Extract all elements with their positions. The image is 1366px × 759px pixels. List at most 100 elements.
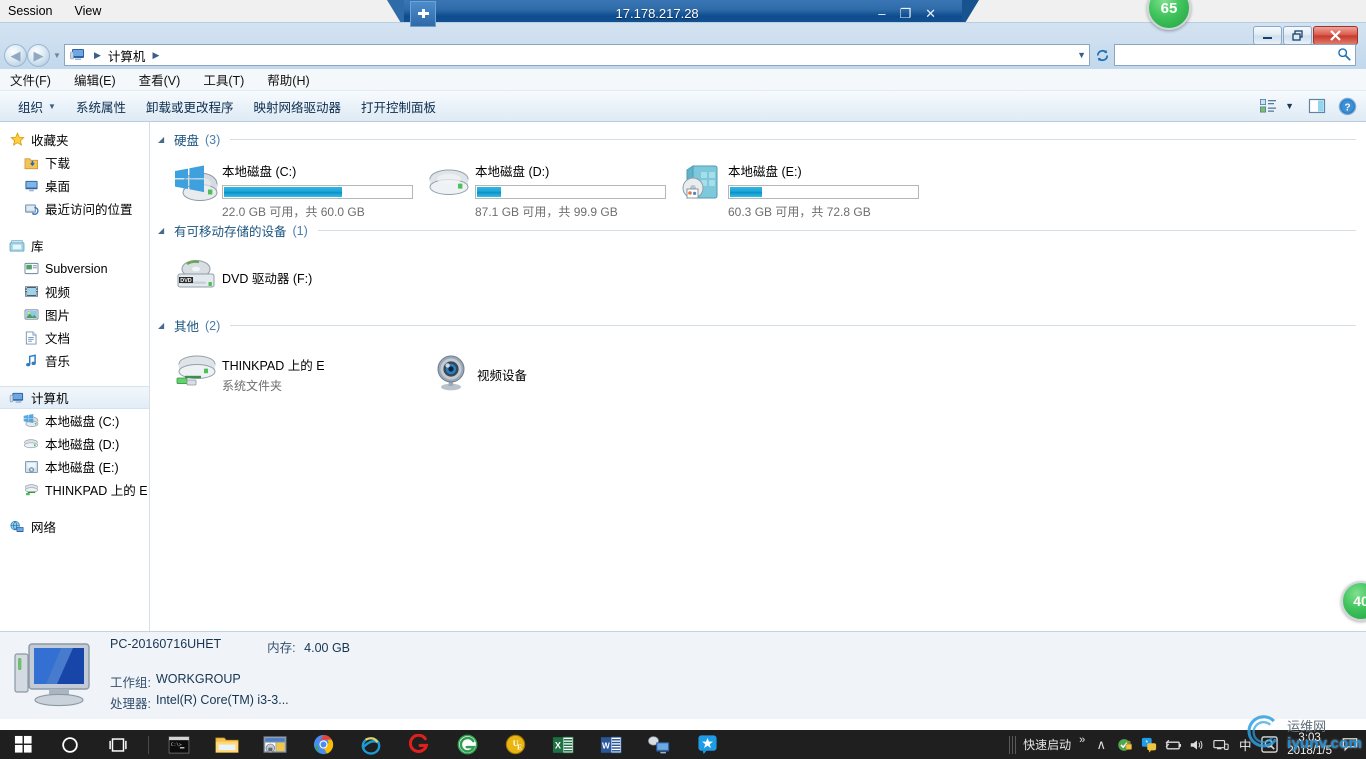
overflow-icon[interactable]: »	[1075, 734, 1089, 746]
nav-music[interactable]: 音乐	[0, 349, 149, 372]
dvd-drive-f[interactable]: DVD DVD 驱动器 (F:)	[170, 250, 425, 300]
recent-places-icon	[22, 201, 40, 217]
menu-help[interactable]: 帮助(H)	[265, 70, 320, 89]
ultraedit-icon[interactable]: U E	[491, 730, 539, 759]
nav-recent-places[interactable]: 最近访问的位置	[0, 197, 149, 220]
excel-icon[interactable]: X	[539, 730, 587, 759]
remote-desktop-icon[interactable]	[251, 730, 299, 759]
network-computer-icon[interactable]	[635, 730, 683, 759]
search-icon	[1337, 47, 1351, 64]
star-app-icon[interactable]	[683, 730, 731, 759]
nav-pictures[interactable]: 图片	[0, 303, 149, 326]
other-tiles: THINKPAD 上的 E 系统文件夹 视频设备	[150, 337, 1366, 397]
menu-edit[interactable]: 编辑(E)	[72, 70, 127, 89]
address-dropdown-icon[interactable]: ▼	[1077, 50, 1086, 60]
cortana-search-icon[interactable]	[46, 730, 94, 759]
capacity-bar	[222, 185, 413, 199]
group-header-hard-disks[interactable]: ◢ 硬盘 (3)	[150, 122, 1366, 151]
taskbar-clock[interactable]: 3:03 2018/1/5	[1281, 732, 1338, 758]
chevron-down-icon[interactable]: ▼	[1285, 101, 1300, 111]
search-tray-icon[interactable]	[1257, 730, 1281, 759]
capacity-bar-fill	[730, 187, 762, 197]
windows-start-icon[interactable]	[0, 730, 46, 759]
battery-icon[interactable]	[1161, 730, 1185, 759]
task-view-icon[interactable]	[94, 730, 142, 759]
command-prompt-icon[interactable]: C:\>	[155, 730, 203, 759]
cmd-uninstall-change-program[interactable]: 卸载或更改程序	[136, 97, 244, 116]
group-header-other[interactable]: ◢ 其他 (2)	[150, 300, 1366, 337]
breadcrumb-separator-1[interactable]: ▶	[89, 50, 106, 61]
security-shield-icon[interactable]	[1113, 730, 1137, 759]
ime-chinese-icon[interactable]: 中	[1233, 730, 1257, 759]
view-menu[interactable]: View	[64, 4, 113, 18]
volume-icon[interactable]	[1185, 730, 1209, 759]
nav-subversion[interactable]: Subversion	[0, 257, 149, 280]
menu-file[interactable]: 文件(F)	[8, 70, 62, 89]
collapse-triangle-icon[interactable]: ◢	[158, 135, 168, 144]
cmd-open-control-panel[interactable]: 打开控制面板	[351, 97, 446, 116]
drive-label: 本地磁盘 (D:)	[475, 165, 550, 179]
breadcrumb-computer[interactable]: 计算机	[106, 46, 148, 65]
video-device[interactable]: 视频设备	[425, 347, 680, 397]
action-center-icon[interactable]	[1338, 730, 1362, 759]
forward-button[interactable]: ▶	[27, 43, 50, 67]
drive-c[interactable]: 本地磁盘 (C:) 22.0 GB 可用，共 60.0 GB	[170, 157, 423, 219]
nav-videos[interactable]: 视频	[0, 280, 149, 303]
chrome-icon[interactable]	[299, 730, 347, 759]
nav-favorites[interactable]: 收藏夹	[0, 128, 149, 151]
preview-pane-icon[interactable]	[1304, 95, 1330, 117]
dvd-drive-body: DVD 驱动器 (F:)	[222, 266, 425, 287]
menu-view[interactable]: 查看(V)	[137, 70, 192, 89]
search-input[interactable]	[1114, 44, 1356, 66]
address-bar[interactable]: ▶ 计算机 ▶ ▼	[64, 44, 1090, 66]
quick-launch-label[interactable]: 快速启动	[1019, 736, 1075, 753]
internet-explorer-icon[interactable]	[347, 730, 395, 759]
group-title: 硬盘	[174, 134, 200, 148]
word-icon[interactable]: W	[587, 730, 635, 759]
nav-libraries[interactable]: 库	[0, 234, 149, 257]
chevron-up-icon[interactable]: ∧	[1089, 730, 1113, 759]
thinkpad-e[interactable]: THINKPAD 上的 E 系统文件夹	[170, 347, 425, 397]
view-options-icon[interactable]	[1255, 95, 1281, 117]
tray-grip[interactable]	[1009, 735, 1017, 754]
e-browser-icon[interactable]	[443, 730, 491, 759]
help-icon[interactable]: ?	[1334, 95, 1360, 117]
g-browser-icon[interactable]	[395, 730, 443, 759]
menu-tools[interactable]: 工具(T)	[201, 70, 255, 89]
session-menu[interactable]: Session	[0, 4, 64, 18]
nav-drive-e[interactable]: 本地磁盘 (E:)	[0, 455, 149, 478]
cmd-organize[interactable]: 组织 ▼	[8, 97, 66, 116]
cmd-system-properties[interactable]: 系统属性	[66, 97, 136, 116]
nav-drive-c[interactable]: 本地磁盘 (C:)	[0, 409, 149, 432]
input-method-icon[interactable]: *	[1137, 730, 1161, 759]
group-count: (3)	[205, 132, 221, 147]
nav-thinkpad-e[interactable]: THINKPAD 上的 E	[0, 478, 149, 501]
rdp-restore-button[interactable]: ❐	[899, 6, 911, 22]
navigation-row: ◀ ▶ ▼ ▶ 计算机 ▶ ▼	[0, 41, 1366, 69]
capacity-bar-fill	[477, 187, 502, 197]
drive-e[interactable]: 本地磁盘 (E:) 60.3 GB 可用，共 72.8 GB	[676, 157, 929, 219]
nav-downloads[interactable]: 下载	[0, 151, 149, 174]
music-icon	[22, 353, 40, 369]
nav-label: 下载	[45, 157, 71, 171]
drive-d[interactable]: 本地磁盘 (D:) 87.1 GB 可用，共 99.9 GB	[423, 157, 676, 219]
recent-pages-button[interactable]: ▼	[50, 51, 64, 60]
back-button[interactable]: ◀	[4, 43, 27, 67]
rdp-minimize-button[interactable]: –	[878, 6, 885, 22]
breadcrumb-separator-2[interactable]: ▶	[147, 50, 164, 61]
collapse-triangle-icon[interactable]: ◢	[158, 321, 168, 330]
nav-documents[interactable]: 文档	[0, 326, 149, 349]
processor-row: 处理器: Intel(R) Core(TM) i3-3...	[110, 693, 350, 712]
nav-network[interactable]: 网络	[0, 515, 149, 538]
refresh-button[interactable]	[1090, 44, 1114, 66]
capacity-bar	[728, 185, 919, 199]
pin-icon[interactable]	[410, 0, 436, 27]
rdp-close-button[interactable]: ✕	[925, 6, 936, 22]
nav-desktop[interactable]: 桌面	[0, 174, 149, 197]
file-explorer-icon[interactable]	[203, 730, 251, 759]
collapse-triangle-icon[interactable]: ◢	[158, 226, 168, 235]
nav-drive-d[interactable]: 本地磁盘 (D:)	[0, 432, 149, 455]
nav-computer[interactable]: 计算机	[0, 386, 149, 409]
cmd-map-network-drive[interactable]: 映射网络驱动器	[243, 97, 351, 116]
network-icon[interactable]	[1209, 730, 1233, 759]
